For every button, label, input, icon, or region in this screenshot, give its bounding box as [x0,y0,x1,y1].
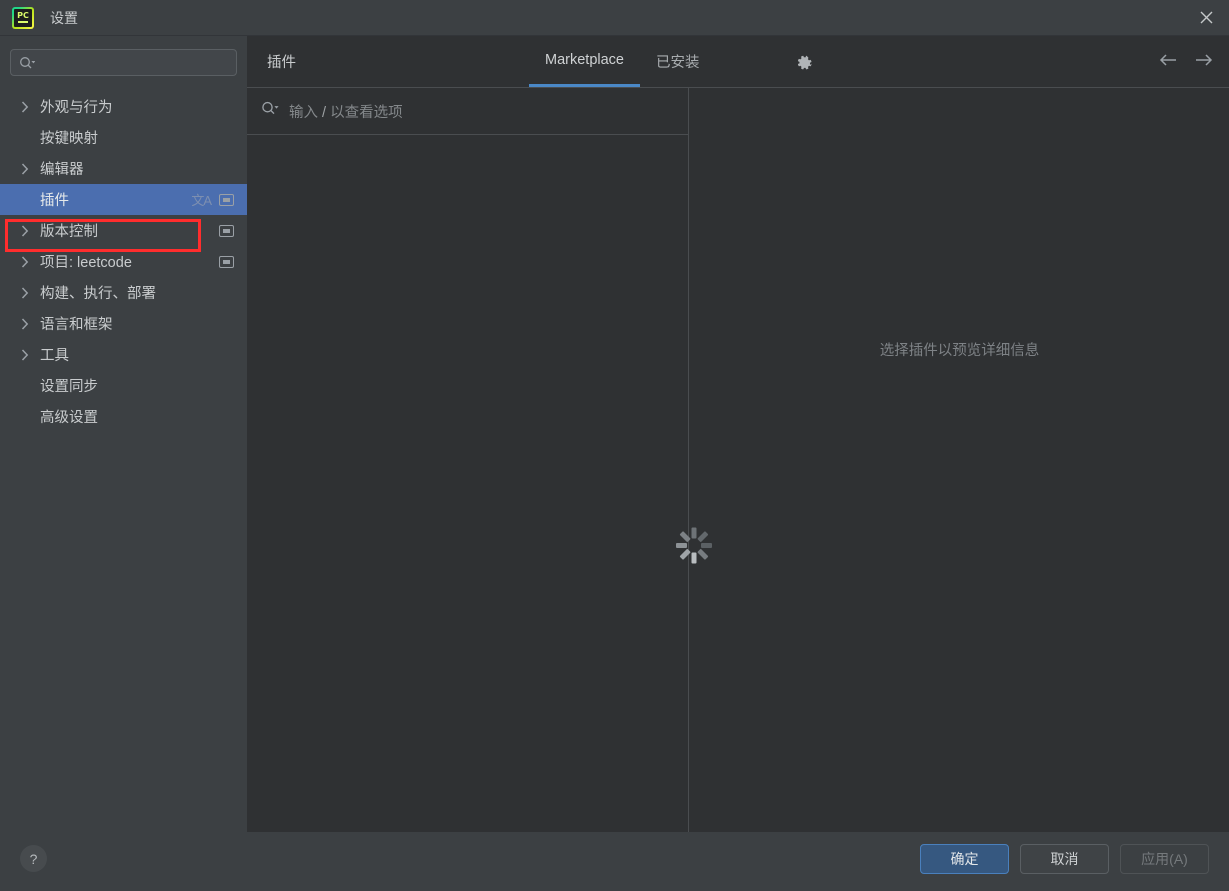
gear-icon[interactable] [792,50,818,76]
sidebar-item-10[interactable]: 高级设置 [0,401,247,432]
pycharm-logo-icon: PC [12,6,34,29]
plugins-header: 插件 Marketplace 已安装 [247,36,1229,88]
sidebar-item-0[interactable]: 外观与行为 [0,91,247,122]
chevron-right-icon[interactable] [18,286,32,299]
sidebar-item-label: 语言和框架 [40,317,113,333]
arrow-forward-icon[interactable] [1191,47,1217,73]
pycharm-logo-text: PC [17,11,29,20]
plugin-detail-pane: 选择插件以预览详细信息 [690,88,1229,832]
close-icon[interactable] [1183,0,1229,35]
sidebar-item-3[interactable]: 插件 文A [0,184,247,215]
sidebar-item-label: 插件 [40,193,69,209]
plugins-tabs: Marketplace 已安装 [529,36,715,87]
placeholder-prefix: 输入 [289,104,318,121]
sidebar-item-label: 构建、执行、部署 [40,286,156,302]
tab-label: 已安装 [655,55,700,71]
sidebar-item-label: 版本控制 [40,224,98,240]
screen-icon [219,255,234,268]
sidebar-item-label: 外观与行为 [40,100,113,116]
tab-label: Marketplace [545,52,624,68]
chevron-right-icon[interactable] [18,255,32,268]
sidebar-item-label: 工具 [40,348,69,364]
translate-icon: 文A [191,193,212,208]
plugins-panel: 插件 Marketplace 已安装 输入 / 以查看选项 选择插件以预览详细信… [247,36,1229,832]
sidebar-item-7[interactable]: 语言和框架 [0,308,247,339]
dialog-button-0[interactable]: 确定 [920,844,1009,874]
window-title: 设置 [50,9,78,26]
screen-icon [219,193,234,206]
sidebar-item-label: 设置同步 [40,379,98,395]
sidebar-item-6[interactable]: 构建、执行、部署 [0,277,247,308]
chevron-right-icon[interactable] [18,100,32,113]
placeholder-slash: / [322,104,327,121]
title-bar: PC 设置 [0,0,1229,36]
sidebar-item-2[interactable]: 编辑器 [0,153,247,184]
spinner-segment [676,543,687,548]
tab-1[interactable]: 已安装 [640,36,716,87]
detail-empty-message: 选择插件以预览详细信息 [879,343,1040,359]
sidebar-item-label: 高级设置 [40,410,98,426]
sidebar-item-8[interactable]: 工具 [0,339,247,370]
sidebar-item-label: 按键映射 [40,131,98,147]
marketplace-search-placeholder: 输入 / 以查看选项 [289,101,403,122]
sidebar-item-9[interactable]: 设置同步 [0,370,247,401]
chevron-right-icon[interactable] [18,317,32,330]
sidebar-item-label: 项目: leetcode [40,255,132,271]
help-button[interactable]: ? [20,845,47,872]
dialog-button-2: 应用(A) [1120,844,1209,874]
dialog-footer: ? 确定 取消 应用(A) [0,832,1229,891]
settings-category-tree: 外观与行为按键映射编辑器插件 文A 版本控制项目: leetcode 构建、执行、部署… [0,91,247,432]
history-navigation [1155,47,1217,73]
sidebar-item-5[interactable]: 项目: leetcode [0,246,247,277]
dialog-button-1[interactable]: 取消 [1020,844,1109,874]
sidebar-item-label: 编辑器 [40,162,84,178]
search-icon [19,56,35,70]
search-icon [261,101,279,121]
sidebar-item-4[interactable]: 版本控制 [0,215,247,246]
marketplace-search-input[interactable]: 输入 / 以查看选项 [247,88,688,135]
settings-sidebar: 外观与行为按键映射编辑器插件 文A 版本控制项目: leetcode 构建、执行、部署… [0,36,247,832]
chevron-right-icon[interactable] [18,348,32,361]
sidebar-item-1[interactable]: 按键映射 [0,122,247,153]
arrow-left-icon[interactable] [1155,47,1181,73]
plugin-list-pane: 输入 / 以查看选项 [247,88,712,832]
tab-0[interactable]: Marketplace [529,36,640,87]
chevron-right-icon[interactable] [18,224,32,237]
placeholder-suffix: 以查看选项 [330,104,403,121]
screen-icon [219,224,234,237]
settings-dialog: PC 设置 外观与行为 按键映射 编辑器 插件 文A 版本控制 项目: leetcode 构建… [0,0,1229,891]
chevron-right-icon[interactable] [18,162,32,175]
dialog-buttons: 确定 取消 应用(A) [920,844,1209,874]
sidebar-search-input[interactable] [10,49,237,76]
page-title: 插件 [267,55,296,71]
